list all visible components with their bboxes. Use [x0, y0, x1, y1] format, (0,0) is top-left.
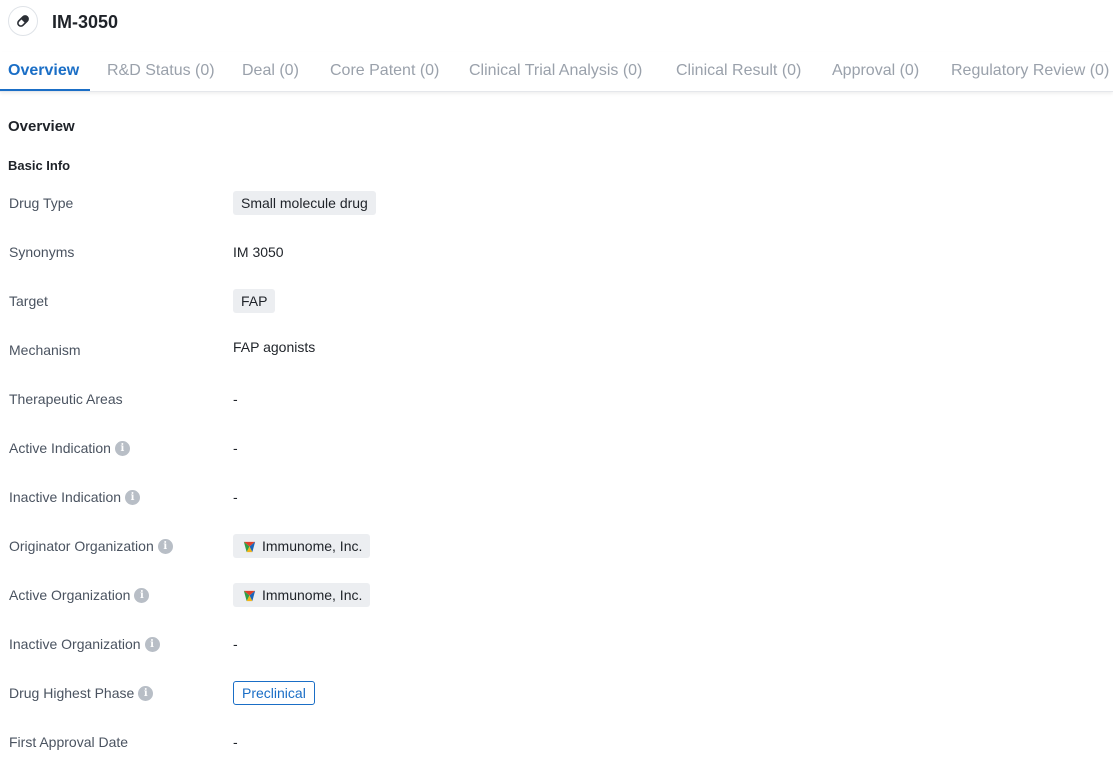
field-label: Active Organization i: [9, 580, 149, 610]
field-value: -: [233, 482, 238, 512]
field-label: Originator Organization i: [9, 531, 173, 561]
active-tab-indicator: [0, 89, 90, 91]
phase-badge[interactable]: Preclinical: [233, 681, 315, 705]
subsection-title-basic-info: Basic Info: [8, 158, 70, 173]
tab-regulatory-review[interactable]: Regulatory Review (0): [951, 61, 1109, 81]
tab-deal[interactable]: Deal (0): [242, 61, 299, 81]
drug-type-tag[interactable]: Small molecule drug: [233, 191, 376, 215]
organization-tag[interactable]: Immunome, Inc.: [233, 583, 370, 607]
field-value: Immunome, Inc.: [233, 531, 370, 561]
field-row-target: Target FAP: [0, 286, 1113, 316]
field-row-originator-organization: Originator Organization i Immunome, Inc.: [0, 531, 1113, 561]
field-row-first-approval-date: First Approval Date -: [0, 727, 1113, 757]
field-row-therapeutic-areas: Therapeutic Areas -: [0, 384, 1113, 414]
target-tag[interactable]: FAP: [233, 289, 275, 313]
field-label-text: Active Indication: [9, 440, 111, 456]
field-value: FAP: [233, 286, 275, 316]
field-row-active-organization: Active Organization i Immunome, Inc.: [0, 580, 1113, 610]
info-icon[interactable]: i: [158, 539, 173, 554]
tab-approval[interactable]: Approval (0): [832, 61, 919, 81]
field-row-inactive-indication: Inactive Indication i -: [0, 482, 1113, 512]
field-label: Drug Type: [9, 188, 73, 218]
field-value: -: [233, 433, 238, 463]
tab-overview[interactable]: Overview: [8, 61, 79, 81]
field-label-text: Inactive Organization: [9, 636, 141, 652]
field-label: Target: [9, 286, 48, 316]
tab-rd-status[interactable]: R&D Status (0): [107, 61, 215, 81]
field-value: Preclinical: [233, 678, 315, 708]
field-label-text: Originator Organization: [9, 538, 154, 554]
tab-bar: Overview R&D Status (0) Deal (0) Core Pa…: [0, 52, 1113, 92]
field-value: Small molecule drug: [233, 188, 376, 218]
field-label: Drug Highest Phase i: [9, 678, 153, 708]
info-icon[interactable]: i: [134, 588, 149, 603]
field-value: -: [233, 629, 238, 659]
field-label-text: Active Organization: [9, 587, 130, 603]
field-value: -: [233, 727, 238, 757]
field-label: Inactive Indication i: [9, 482, 140, 512]
field-value: FAP agonists: [233, 332, 315, 362]
field-label: Inactive Organization i: [9, 629, 160, 659]
page-title: IM-3050: [52, 11, 118, 33]
field-label: Synonyms: [9, 237, 74, 267]
drug-header: IM-3050: [0, 0, 1113, 46]
field-value: IM 3050: [233, 237, 284, 267]
field-label-text: Inactive Indication: [9, 489, 121, 505]
info-icon[interactable]: i: [145, 637, 160, 652]
field-row-active-indication: Active Indication i -: [0, 433, 1113, 463]
tab-clinical-trial-analysis[interactable]: Clinical Trial Analysis (0): [469, 61, 642, 81]
info-icon[interactable]: i: [115, 441, 130, 456]
field-label: Mechanism: [9, 335, 81, 365]
tab-clinical-result[interactable]: Clinical Result (0): [676, 61, 801, 81]
tab-core-patent[interactable]: Core Patent (0): [330, 61, 439, 81]
field-row-inactive-organization: Inactive Organization i -: [0, 629, 1113, 659]
organization-name: Immunome, Inc.: [262, 587, 362, 603]
field-label: Active Indication i: [9, 433, 130, 463]
pill-icon: [8, 6, 38, 36]
field-label-text: Drug Highest Phase: [9, 685, 134, 701]
section-title-overview: Overview: [8, 118, 75, 135]
immunome-logo-icon: [242, 539, 257, 554]
field-value: -: [233, 384, 238, 414]
field-value: Immunome, Inc.: [233, 580, 370, 610]
field-row-synonyms: Synonyms IM 3050: [0, 237, 1113, 267]
field-row-drug-type: Drug Type Small molecule drug: [0, 188, 1113, 218]
field-row-drug-highest-phase: Drug Highest Phase i Preclinical: [0, 678, 1113, 708]
field-label: First Approval Date: [9, 727, 128, 757]
organization-name: Immunome, Inc.: [262, 538, 362, 554]
info-icon[interactable]: i: [138, 686, 153, 701]
immunome-logo-icon: [242, 588, 257, 603]
info-icon[interactable]: i: [125, 490, 140, 505]
field-label: Therapeutic Areas: [9, 384, 123, 414]
field-row-mechanism: Mechanism FAP agonists: [0, 335, 1113, 365]
organization-tag[interactable]: Immunome, Inc.: [233, 534, 370, 558]
